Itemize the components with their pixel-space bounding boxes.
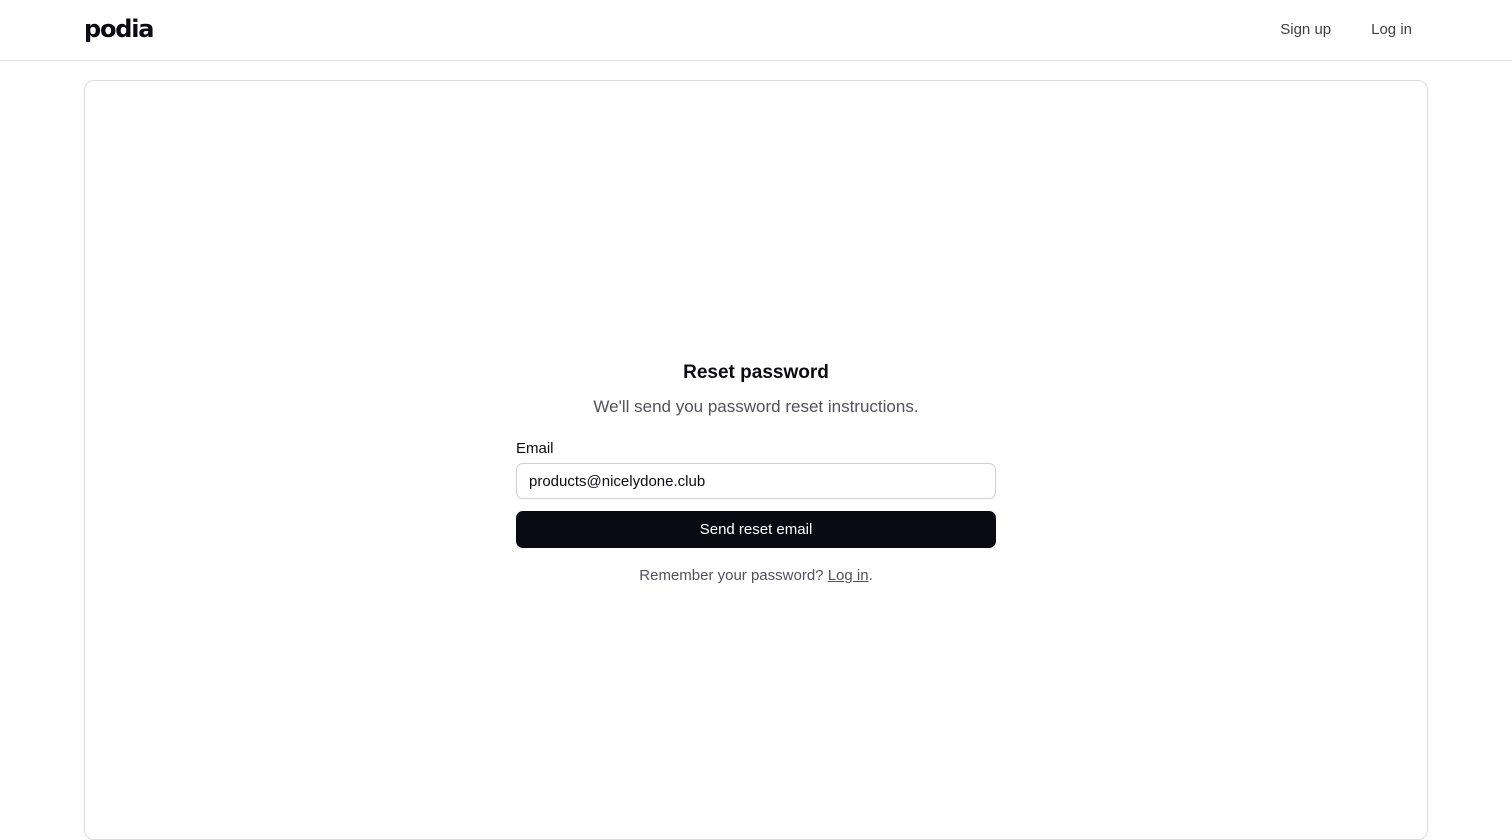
podia-logo[interactable]: podia bbox=[84, 14, 154, 44]
sign-up-link[interactable]: Sign up bbox=[1280, 20, 1331, 40]
send-reset-email-button[interactable]: Send reset email bbox=[516, 511, 996, 548]
remember-password-prompt: Remember your password? bbox=[639, 567, 828, 584]
email-field[interactable] bbox=[516, 463, 996, 499]
header-nav: Sign up Log in bbox=[1280, 20, 1412, 40]
reset-password-form: Reset password We'll send you password r… bbox=[516, 360, 996, 586]
top-navigation-bar: podia Sign up Log in bbox=[0, 0, 1512, 61]
email-label: Email bbox=[516, 440, 554, 457]
remember-password-text: Remember your password? Log in. bbox=[516, 566, 996, 586]
log-in-link[interactable]: Log in bbox=[1371, 20, 1412, 40]
page-subtitle: We'll send you password reset instructio… bbox=[593, 397, 919, 416]
page-title: Reset password bbox=[683, 362, 829, 383]
remember-password-suffix: . bbox=[868, 567, 873, 584]
log-in-inline-link[interactable]: Log in bbox=[828, 567, 869, 584]
